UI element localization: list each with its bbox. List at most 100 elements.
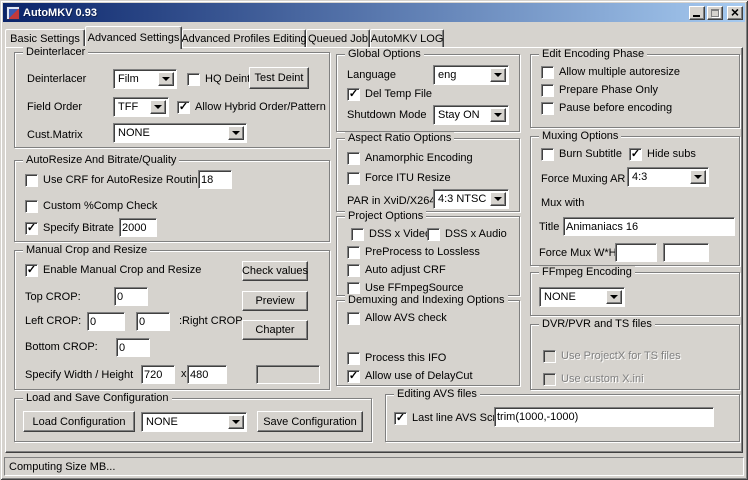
tab-advanced-settings[interactable]: Advanced Settings xyxy=(85,26,182,49)
anamorphic-checkbox[interactable] xyxy=(347,151,360,165)
delaycut-checkbox[interactable]: ✓ xyxy=(347,369,360,383)
preprocess-checkbox[interactable] xyxy=(347,245,360,259)
check-values-button[interactable]: Check values xyxy=(242,261,308,281)
height-input[interactable] xyxy=(187,365,227,384)
group-title: FFmpeg Encoding xyxy=(539,266,635,279)
allow-hybrid-checkbox[interactable]: ✓ xyxy=(177,100,190,114)
tab-automkv-log[interactable]: AutoMKV LOG xyxy=(370,29,444,48)
deinterlacer-label: Deinterlacer xyxy=(27,73,87,85)
preview-button[interactable]: Preview xyxy=(242,291,308,311)
cust-matrix-label: Cust.Matrix xyxy=(27,129,83,141)
custom-comp-checkbox[interactable] xyxy=(25,199,38,213)
size-readout-field xyxy=(256,365,320,384)
maximize-button[interactable] xyxy=(707,5,723,20)
hq-deint-row: HQ Deint xyxy=(187,72,250,86)
tab-queued-job[interactable]: Queued Job xyxy=(306,29,370,48)
chapter-button[interactable]: Chapter xyxy=(242,320,308,340)
projectx-row: Use ProjectX for TS files xyxy=(543,349,681,363)
group-title: DVR/PVR and TS files xyxy=(539,318,655,331)
tab-advanced-profiles-editing[interactable]: Advanced Profiles Editing xyxy=(181,29,307,48)
shutdown-mode-label: Shutdown Mode xyxy=(347,109,427,121)
field-order-dropdown[interactable]: TFF xyxy=(113,97,169,117)
test-deint-button[interactable]: Test Deint xyxy=(249,67,309,89)
burn-subtitle-checkbox[interactable] xyxy=(541,147,554,161)
chevron-down-icon[interactable] xyxy=(490,108,506,122)
right-crop-label: :Right CROP xyxy=(179,315,243,327)
ffmpeg-encoding-dropdown[interactable]: NONE xyxy=(539,287,625,307)
auto-crf-checkbox[interactable] xyxy=(347,263,360,277)
save-configuration-button[interactable]: Save Configuration xyxy=(257,411,363,432)
deinterlacer-dropdown[interactable]: Film xyxy=(113,69,177,89)
group-dvr-ts-files: DVR/PVR and TS files Use ProjectX for TS… xyxy=(530,318,740,390)
width-input[interactable] xyxy=(141,365,175,384)
dss-audio-label: DSS x Audio xyxy=(445,228,507,240)
hq-deint-label: HQ Deint xyxy=(205,73,251,85)
close-button[interactable] xyxy=(727,4,743,20)
group-title: Editing AVS files xyxy=(394,388,480,401)
shutdown-mode-dropdown[interactable]: Stay ON xyxy=(433,105,509,125)
prepare-only-checkbox[interactable] xyxy=(541,83,554,97)
force-itu-checkbox[interactable] xyxy=(347,171,360,185)
hide-subs-checkbox[interactable]: ✓ xyxy=(629,147,642,161)
preprocess-label: PreProcess to Lossless xyxy=(365,246,480,258)
group-deinterlacer: Deinterlacer Deinterlacer Film HQ Deint … xyxy=(14,46,330,148)
dss-video-checkbox[interactable] xyxy=(351,227,364,241)
cust-matrix-dropdown[interactable]: NONE xyxy=(113,123,247,143)
configuration-dropdown[interactable]: NONE xyxy=(141,412,247,432)
pause-before-label: Pause before encoding xyxy=(559,102,673,114)
multi-autoresize-checkbox[interactable] xyxy=(541,65,554,79)
allow-hybrid-label: Allow Hybrid Order/Pattern xyxy=(195,101,326,113)
mux-title-label: Title xyxy=(539,221,560,233)
automkv-window: AutoMKV 0.93 Basic Settings Advanced Set… xyxy=(0,0,748,480)
maximize-icon xyxy=(711,8,719,17)
use-crf-checkbox[interactable] xyxy=(25,173,38,187)
avs-script-input[interactable] xyxy=(494,407,714,427)
load-configuration-button[interactable]: Load Configuration xyxy=(23,411,135,432)
language-label: Language xyxy=(347,69,396,81)
custom-comp-row: Custom %Comp Check xyxy=(25,199,157,213)
top-crop-input[interactable] xyxy=(114,287,148,306)
group-title: AutoResize And Bitrate/Quality xyxy=(23,154,180,167)
last-line-checkbox[interactable]: ✓ xyxy=(394,411,407,425)
chevron-down-icon[interactable] xyxy=(690,170,706,184)
chevron-down-icon[interactable] xyxy=(228,415,244,429)
chevron-down-icon[interactable] xyxy=(158,72,174,86)
pause-before-checkbox[interactable] xyxy=(541,101,554,115)
force-muxing-ar-dropdown[interactable]: 4:3 xyxy=(627,167,709,187)
group-edit-encoding-phase: Edit Encoding Phase Allow multiple autor… xyxy=(530,48,740,128)
chevron-down-icon[interactable] xyxy=(606,290,622,304)
hq-deint-checkbox[interactable] xyxy=(187,72,200,86)
dss-audio-checkbox[interactable] xyxy=(427,227,440,241)
specify-bitrate-checkbox[interactable]: ✓ xyxy=(25,221,38,235)
burn-subtitle-label: Burn Subtitle xyxy=(559,148,622,160)
force-mux-width-input[interactable] xyxy=(615,243,657,262)
del-temp-label: Del Temp File xyxy=(365,88,433,100)
mux-title-input[interactable] xyxy=(563,217,735,236)
chevron-down-icon[interactable] xyxy=(150,100,166,114)
left-crop-input[interactable] xyxy=(87,312,125,331)
projectx-checkbox xyxy=(543,349,556,363)
cust-matrix-value: NONE xyxy=(118,127,150,139)
enable-crop-checkbox[interactable]: ✓ xyxy=(25,263,38,277)
group-title: Load and Save Configuration xyxy=(23,392,172,405)
delaycut-label: Allow use of DelayCut xyxy=(365,370,473,382)
force-mux-height-input[interactable] xyxy=(663,243,709,262)
del-temp-checkbox[interactable]: ✓ xyxy=(347,87,360,101)
bottom-crop-input[interactable] xyxy=(116,338,150,357)
language-value: eng xyxy=(438,69,457,81)
chevron-down-icon[interactable] xyxy=(490,192,506,206)
top-crop-label: Top CROP: xyxy=(25,291,81,303)
chevron-down-icon[interactable] xyxy=(228,126,244,140)
process-ifo-checkbox[interactable] xyxy=(347,351,360,365)
minimize-button[interactable] xyxy=(689,5,705,20)
bitrate-input[interactable] xyxy=(119,218,157,237)
avs-check-checkbox[interactable] xyxy=(347,311,360,325)
ffmpegsource-checkbox[interactable] xyxy=(347,281,360,295)
use-crf-label: Use CRF for AutoResize Routines xyxy=(43,174,210,186)
chevron-down-icon[interactable] xyxy=(490,68,506,82)
par-dropdown[interactable]: 4:3 NTSC xyxy=(433,189,509,209)
auto-crf-label: Auto adjust CRF xyxy=(365,264,446,276)
crf-value-input[interactable] xyxy=(198,170,232,189)
right-crop-input[interactable] xyxy=(136,312,170,331)
language-dropdown[interactable]: eng xyxy=(433,65,509,85)
